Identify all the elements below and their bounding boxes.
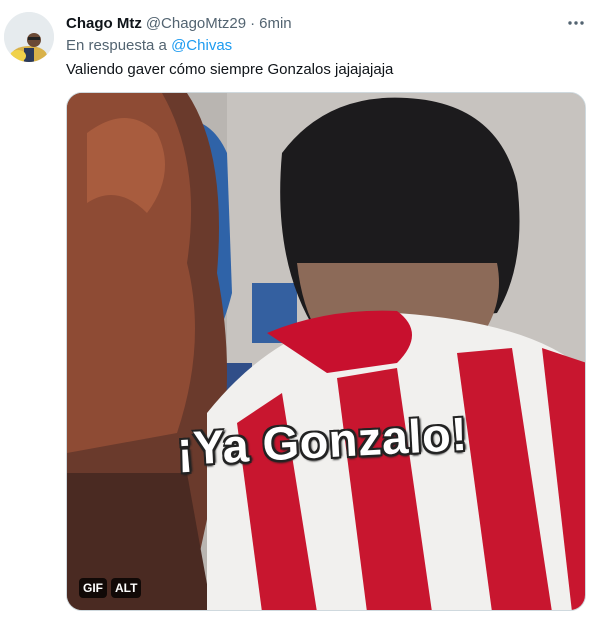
alt-badge[interactable]: ALT [111,578,142,598]
reply-mention-link[interactable]: @Chivas [171,37,232,54]
tweet-header: Chago Mtz @ChagoMtz29 · 6min [66,12,557,34]
author-name[interactable]: Chago Mtz [66,15,142,32]
reply-prefix: En respuesta a [66,37,167,54]
avatar-image [4,12,54,62]
more-horizontal-icon [568,21,584,25]
gif-frame [67,93,585,610]
media-badges: GIF ALT [79,578,142,598]
tweet[interactable]: Chago Mtz @ChagoMtz29 · 6min En respuest… [0,0,597,620]
avatar[interactable] [4,12,54,62]
author-handle[interactable]: @ChagoMtz29 [146,15,246,32]
gif-badge: GIF [79,578,107,598]
tweet-text: Valiendo gaver cómo siempre Gonzalos jaj… [66,61,394,78]
gif-media[interactable]: ¡Ya Gonzalo! GIF ALT [66,92,586,611]
timestamp[interactable]: 6min [259,15,292,32]
reply-context: En respuesta a @Chivas [66,37,232,54]
separator-dot: · [250,14,256,32]
more-options-button[interactable] [565,12,587,34]
